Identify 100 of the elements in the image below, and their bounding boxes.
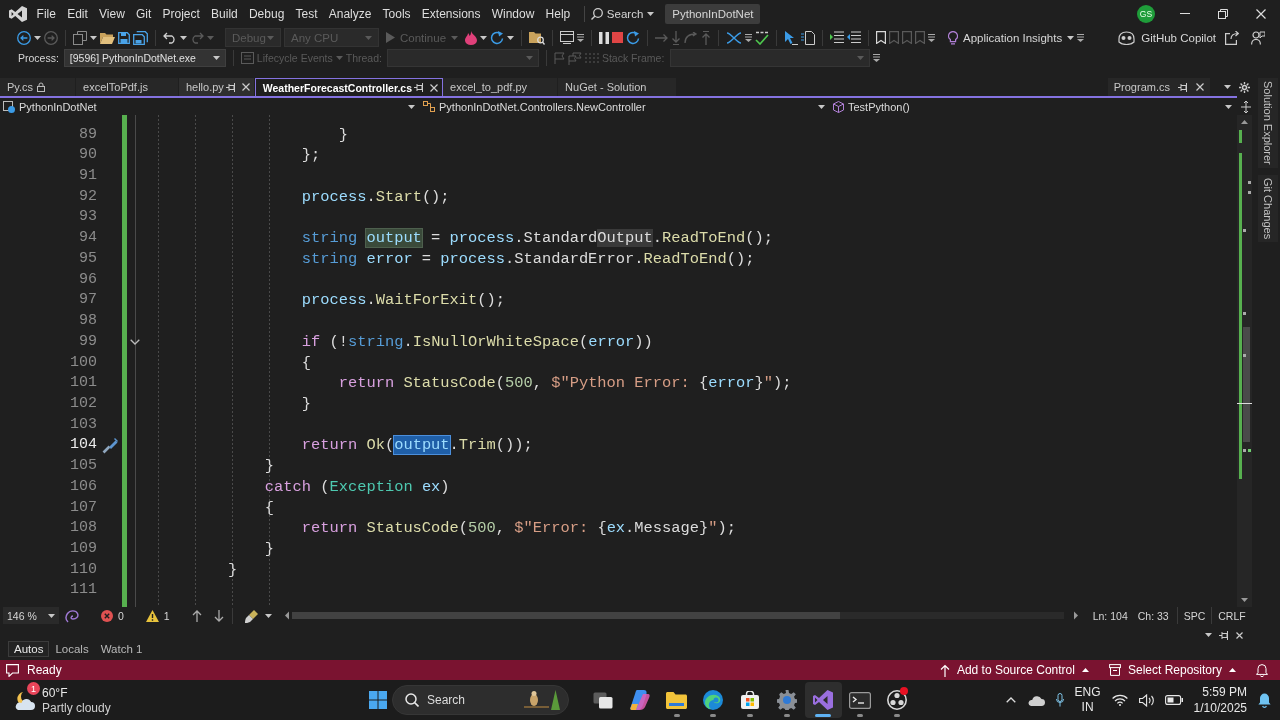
line-indicator[interactable]: Ln: 104 bbox=[1092, 609, 1128, 622]
vertical-scrollbar[interactable] bbox=[1237, 115, 1252, 607]
menu-item[interactable]: Help bbox=[539, 3, 576, 24]
document-tab[interactable]: excelToPdf.js bbox=[76, 78, 179, 96]
side-tab[interactable]: Git Changes bbox=[1257, 174, 1278, 242]
menu-item[interactable]: Build bbox=[205, 3, 244, 24]
search-button[interactable]: Search bbox=[587, 2, 658, 25]
column-indicator[interactable]: Ch: 33 bbox=[1137, 609, 1169, 622]
circular-arrow-icon[interactable] bbox=[490, 30, 505, 45]
settings-icon[interactable] bbox=[1239, 81, 1250, 93]
warning-count[interactable]: 1 bbox=[145, 609, 170, 622]
weather-widget[interactable]: 1 60°F Partly cloudy bbox=[14, 684, 111, 716]
taskbar-button[interactable] bbox=[805, 682, 842, 718]
language-indicator[interactable]: ENG IN bbox=[1074, 685, 1101, 715]
indent-icon[interactable] bbox=[830, 31, 845, 44]
clock[interactable]: 5:59 PM 1/10/2025 bbox=[1193, 684, 1247, 716]
bell-icon[interactable] bbox=[1258, 692, 1271, 708]
share-icon[interactable] bbox=[1225, 30, 1239, 45]
project-dropdown[interactable]: PythonInDotNet bbox=[0, 98, 420, 115]
arrow-up-icon[interactable] bbox=[191, 609, 202, 622]
process-dropdown[interactable]: [9596] PythonInDotNet.exe bbox=[63, 49, 226, 67]
tool-window-tab[interactable]: Watch 1 bbox=[94, 640, 149, 657]
stacked-pages-icon[interactable] bbox=[73, 30, 87, 45]
wifi-icon[interactable] bbox=[1111, 694, 1128, 706]
document-tab[interactable]: NuGet - Solution bbox=[558, 78, 678, 96]
save-icon[interactable] bbox=[118, 31, 130, 44]
member-dropdown[interactable]: TestPython() bbox=[830, 98, 1237, 115]
search-field[interactable]: Search bbox=[392, 685, 569, 715]
microphone-icon[interactable] bbox=[1055, 693, 1064, 707]
caret-icon[interactable] bbox=[507, 35, 515, 40]
document-tab[interactable]: Py.cs bbox=[0, 78, 77, 96]
outdent-icon[interactable] bbox=[847, 31, 862, 44]
curved-arrow-icon[interactable] bbox=[684, 31, 699, 44]
menu-item[interactable]: File bbox=[31, 3, 62, 24]
caret-icon[interactable] bbox=[90, 35, 97, 40]
back-icon[interactable] bbox=[17, 30, 31, 45]
undo-icon[interactable] bbox=[163, 31, 177, 44]
cross-arrows-icon[interactable] bbox=[1241, 100, 1251, 113]
caret-icon[interactable] bbox=[1224, 85, 1231, 89]
document-tab[interactable]: WeatherForecastController.cs bbox=[254, 78, 443, 96]
overflow-icon[interactable] bbox=[1077, 33, 1085, 42]
close-icon[interactable] bbox=[241, 83, 250, 91]
close-icon[interactable] bbox=[1256, 8, 1266, 19]
document-icon[interactable] bbox=[801, 30, 816, 45]
flame-icon[interactable] bbox=[465, 30, 478, 45]
copilot-button[interactable]: GitHub Copilot bbox=[1118, 30, 1216, 45]
indentation-indicator[interactable]: SPC bbox=[1176, 607, 1212, 624]
arrow-down-icon[interactable] bbox=[213, 609, 224, 622]
circular-arrow-icon[interactable] bbox=[626, 30, 641, 45]
side-tab[interactable]: Solution Explorer bbox=[1257, 78, 1278, 168]
zoom-dropdown[interactable]: 146 % bbox=[3, 607, 59, 624]
battery-icon[interactable] bbox=[1164, 695, 1183, 705]
close-icon[interactable] bbox=[1236, 631, 1243, 639]
chevron-up-icon[interactable] bbox=[1005, 697, 1016, 703]
save-all-icon[interactable] bbox=[133, 30, 148, 45]
menu-item[interactable]: View bbox=[93, 3, 131, 24]
pin-icon[interactable] bbox=[414, 83, 424, 92]
close-icon[interactable] bbox=[1196, 83, 1204, 91]
document-tab[interactable]: excel_to_pdf.py bbox=[443, 78, 559, 96]
close-icon[interactable] bbox=[430, 83, 438, 92]
restore-icon[interactable] bbox=[1218, 8, 1228, 19]
menu-item[interactable]: Extensions bbox=[416, 3, 487, 24]
menu-item[interactable]: Edit bbox=[61, 3, 94, 24]
menu-item[interactable]: Debug bbox=[243, 3, 290, 24]
crossed-lines-icon[interactable] bbox=[726, 30, 743, 45]
open-folder-icon[interactable] bbox=[100, 31, 115, 44]
chevron-icon[interactable] bbox=[130, 339, 140, 346]
line-ending-indicator[interactable]: CRLF bbox=[1211, 607, 1252, 624]
error-count[interactable]: 0 bbox=[101, 609, 124, 622]
select-repository-button[interactable]: Select Repository bbox=[1108, 663, 1236, 677]
menu-item[interactable]: Git bbox=[130, 3, 157, 24]
overflow-icon[interactable] bbox=[577, 33, 585, 42]
volume-icon[interactable] bbox=[1138, 693, 1154, 707]
pin-icon[interactable] bbox=[225, 82, 236, 92]
stop-icon[interactable] bbox=[612, 32, 624, 43]
dotted-lines-icon[interactable] bbox=[584, 52, 599, 64]
folder-search-icon[interactable] bbox=[529, 30, 546, 45]
menu-item[interactable]: Tools bbox=[377, 3, 417, 24]
caret-icon[interactable] bbox=[1205, 633, 1212, 637]
tool-window-tab[interactable]: Locals bbox=[49, 640, 95, 657]
swirl-icon[interactable] bbox=[65, 608, 79, 623]
horizontal-scrollbar[interactable] bbox=[283, 610, 1079, 621]
brush-icon[interactable] bbox=[244, 608, 259, 623]
overflow-icon[interactable] bbox=[745, 33, 753, 42]
check-icon[interactable] bbox=[755, 30, 770, 45]
cloud-icon[interactable] bbox=[1026, 694, 1045, 706]
document-tab[interactable]: hello.py bbox=[178, 78, 255, 96]
caret-icon[interactable] bbox=[34, 35, 41, 40]
overflow-icon[interactable] bbox=[928, 33, 936, 42]
bell-icon[interactable] bbox=[1256, 663, 1268, 677]
start-icon[interactable] bbox=[369, 691, 387, 709]
arrow-right-icon[interactable] bbox=[655, 32, 669, 43]
application-insights-button[interactable]: Application Insights bbox=[948, 30, 1075, 45]
overflow-icon[interactable] bbox=[873, 54, 881, 62]
type-dropdown[interactable]: PythonInDotNet.Controllers.NewController bbox=[420, 98, 830, 115]
pause-icon[interactable] bbox=[599, 31, 610, 44]
cursor-icon[interactable] bbox=[784, 30, 799, 45]
menu-item[interactable]: Test bbox=[289, 3, 324, 24]
caret-icon[interactable] bbox=[480, 35, 488, 40]
pin-icon[interactable] bbox=[1219, 630, 1229, 640]
